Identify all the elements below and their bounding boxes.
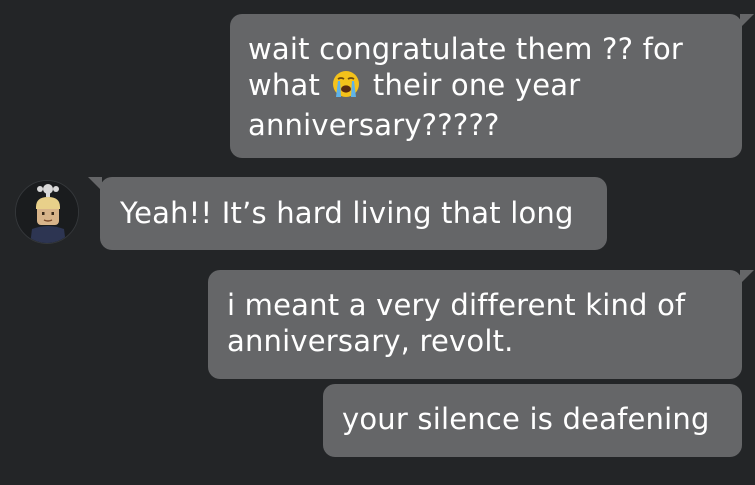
bubble-tail <box>740 270 754 284</box>
message-bubble-sent[interactable]: your silence is deafening <box>323 384 742 457</box>
message-text: what <box>248 68 321 102</box>
message-text-line: Yeah!! It’s hard living that long <box>120 196 574 230</box>
message-bubble-sent[interactable]: wait congratulate them ?? for what their… <box>230 14 754 158</box>
bubble-tail <box>88 177 102 191</box>
message-text-line: anniversary????? <box>248 108 500 142</box>
message-text-line: your silence is deafening <box>342 402 710 436</box>
message-text: their one year <box>372 68 581 102</box>
message-text-line: wait congratulate them ?? for <box>248 32 684 66</box>
bubble-tail <box>740 14 754 28</box>
avatar[interactable] <box>15 180 79 244</box>
chat-thread: wait congratulate them ?? for what their… <box>0 0 755 485</box>
message-bubble-sent[interactable]: i meant a very different kind of anniver… <box>208 270 754 379</box>
loudly-crying-face-icon <box>331 69 361 107</box>
message-text-line: i meant a very different kind of <box>227 288 686 322</box>
message-text-line: what their one year <box>248 67 724 107</box>
message-bubble-received[interactable]: Yeah!! It’s hard living that long <box>88 177 607 250</box>
message-text-line: anniversary, revolt. <box>227 324 514 358</box>
